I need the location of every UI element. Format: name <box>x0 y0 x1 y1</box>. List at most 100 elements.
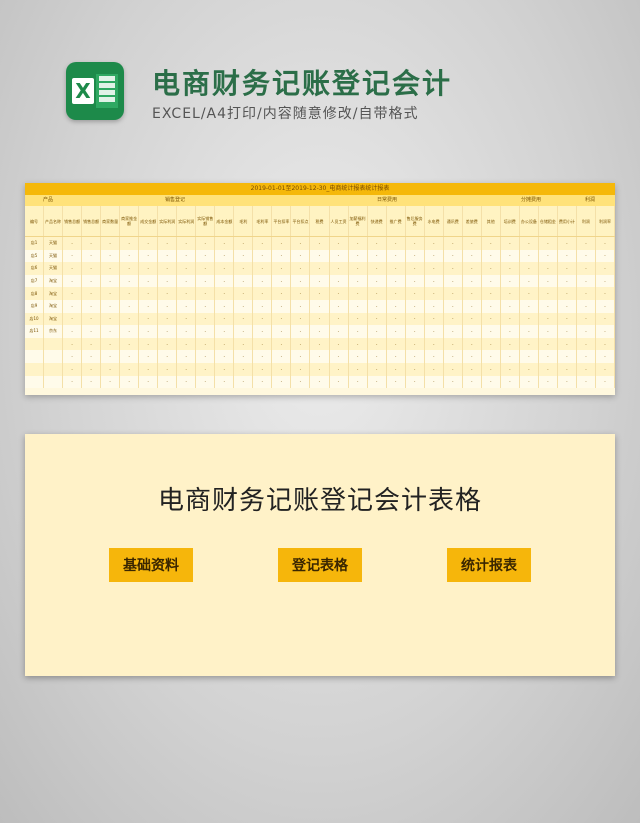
table-cell[interactable]: - <box>463 350 482 363</box>
table-cell[interactable]: - <box>368 325 387 338</box>
table-cell[interactable]: - <box>596 362 615 376</box>
table-cell[interactable]: - <box>539 262 558 275</box>
table-cell[interactable]: - <box>215 262 235 275</box>
table-cell[interactable]: - <box>177 350 197 363</box>
table-cell[interactable]: - <box>444 262 463 275</box>
table-cell[interactable] <box>44 350 64 363</box>
table-cell[interactable]: - <box>596 262 615 275</box>
table-cell[interactable]: - <box>368 350 387 363</box>
table-cell[interactable]: - <box>406 262 425 275</box>
table-cell[interactable]: - <box>272 312 292 326</box>
table-cell[interactable]: - <box>482 350 501 363</box>
table-cell[interactable]: - <box>482 237 501 250</box>
table-cell[interactable]: - <box>463 287 482 300</box>
table-cell[interactable]: - <box>234 350 254 363</box>
table-cell[interactable]: - <box>520 237 539 250</box>
table-cell[interactable]: 店10 <box>25 312 45 326</box>
table-cell[interactable]: - <box>120 249 140 263</box>
table-cell[interactable]: - <box>577 325 596 338</box>
table-cell[interactable]: - <box>82 299 102 313</box>
table-cell[interactable]: - <box>482 375 501 389</box>
table-cell[interactable]: - <box>63 362 83 376</box>
table-cell[interactable]: - <box>234 262 254 275</box>
table-cell[interactable]: - <box>158 299 178 313</box>
table-cell[interactable]: - <box>444 287 463 300</box>
table-cell[interactable]: - <box>558 362 577 376</box>
table-cell[interactable]: - <box>349 362 368 376</box>
table-cell[interactable]: - <box>463 262 482 275</box>
table-cell[interactable]: - <box>387 312 406 326</box>
table-cell[interactable]: - <box>444 362 463 376</box>
table-cell[interactable]: - <box>120 274 140 288</box>
table-cell[interactable]: - <box>310 375 330 389</box>
table-cell[interactable]: - <box>234 274 254 288</box>
table-cell[interactable]: - <box>482 299 501 313</box>
table-cell[interactable]: - <box>444 325 463 338</box>
table-cell[interactable]: - <box>177 237 197 250</box>
table-cell[interactable]: - <box>120 262 140 275</box>
table-cell[interactable]: - <box>234 237 254 250</box>
table-cell[interactable]: - <box>482 325 501 338</box>
table-cell[interactable]: - <box>272 362 292 376</box>
table-cell[interactable]: - <box>387 299 406 313</box>
table-cell[interactable]: - <box>101 237 121 250</box>
table-cell[interactable]: - <box>558 312 577 326</box>
table-cell[interactable]: - <box>63 299 83 313</box>
table-cell[interactable]: - <box>501 337 520 351</box>
table-cell[interactable]: - <box>520 337 539 351</box>
table-cell[interactable]: - <box>253 262 273 275</box>
table-cell[interactable]: - <box>101 262 121 275</box>
table-cell[interactable]: - <box>463 362 482 376</box>
table-cell[interactable]: - <box>596 375 615 389</box>
table-cell[interactable]: - <box>120 362 140 376</box>
table-cell[interactable]: - <box>291 325 311 338</box>
table-cell[interactable]: - <box>272 350 292 363</box>
table-cell[interactable]: - <box>253 237 273 250</box>
table-cell[interactable]: - <box>596 312 615 326</box>
table-cell[interactable]: - <box>291 375 311 389</box>
table-cell[interactable] <box>44 375 64 389</box>
table-cell[interactable]: - <box>349 337 368 351</box>
table-cell[interactable]: - <box>196 325 216 338</box>
table-cell[interactable]: - <box>196 274 216 288</box>
table-cell[interactable]: - <box>577 337 596 351</box>
table-cell[interactable]: - <box>330 249 349 263</box>
table-cell[interactable]: - <box>215 350 235 363</box>
table-cell[interactable]: - <box>349 237 368 250</box>
table-cell[interactable]: - <box>349 249 368 263</box>
table-cell[interactable]: - <box>215 312 235 326</box>
table-cell[interactable]: - <box>253 350 273 363</box>
register-table-button[interactable]: 登记表格 <box>278 548 362 582</box>
table-cell[interactable]: - <box>406 249 425 263</box>
table-cell[interactable]: - <box>196 350 216 363</box>
table-cell[interactable]: - <box>234 325 254 338</box>
table-cell[interactable]: - <box>63 337 83 351</box>
table-cell[interactable]: - <box>539 325 558 338</box>
table-cell[interactable]: - <box>501 237 520 250</box>
table-cell[interactable]: - <box>368 262 387 275</box>
table-cell[interactable]: - <box>196 262 216 275</box>
table-cell[interactable]: - <box>272 274 292 288</box>
table-cell[interactable]: - <box>482 262 501 275</box>
table-cell[interactable]: - <box>368 337 387 351</box>
table-cell[interactable]: - <box>177 325 197 338</box>
table-cell[interactable]: - <box>310 237 330 250</box>
table-cell[interactable]: - <box>158 337 178 351</box>
table-cell[interactable]: - <box>520 350 539 363</box>
table-cell[interactable]: - <box>196 299 216 313</box>
table-cell[interactable]: - <box>425 274 444 288</box>
table-cell[interactable]: - <box>425 350 444 363</box>
table-cell[interactable]: - <box>558 237 577 250</box>
table-cell[interactable]: - <box>82 375 102 389</box>
table-cell[interactable]: - <box>291 299 311 313</box>
table-cell[interactable]: - <box>349 375 368 389</box>
table-cell[interactable]: - <box>158 375 178 389</box>
table-cell[interactable]: - <box>330 337 349 351</box>
table-cell[interactable]: - <box>253 362 273 376</box>
table-cell[interactable]: - <box>177 362 197 376</box>
table-cell[interactable]: - <box>387 262 406 275</box>
table-cell[interactable]: - <box>253 299 273 313</box>
table-cell[interactable]: - <box>558 325 577 338</box>
table-cell[interactable]: - <box>253 312 273 326</box>
table-cell[interactable]: - <box>291 262 311 275</box>
